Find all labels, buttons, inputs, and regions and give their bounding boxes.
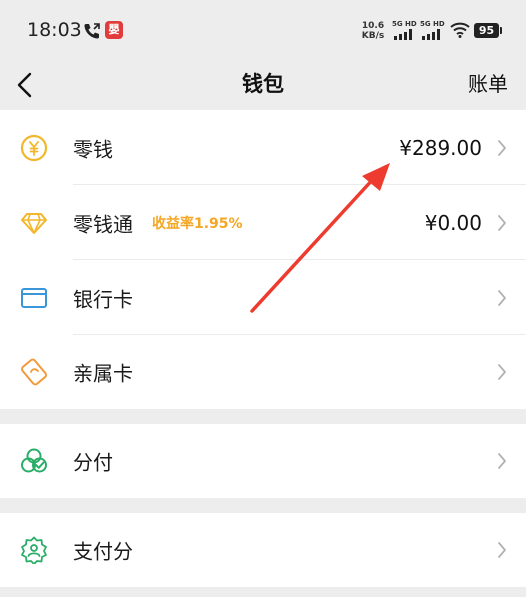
fenfu-label: 分付 — [73, 450, 113, 475]
phone-call-icon — [84, 23, 100, 39]
wifi-icon — [450, 22, 470, 38]
pay-score-badge-icon — [21, 536, 47, 564]
battery-icon: 95 — [474, 23, 502, 38]
licaitong-row[interactable]: 零钱通 收益率1.95% ¥0.00 — [0, 185, 526, 260]
chevron-right-icon — [498, 289, 506, 306]
pay-score-label: 支付分 — [73, 539, 133, 564]
licaitong-yield-rate: 收益率1.95% — [152, 215, 243, 232]
chevron-right-icon — [498, 214, 506, 231]
family-card-row[interactable]: 亲属卡 — [0, 335, 526, 409]
change-label: 零钱 — [73, 137, 113, 161]
licaitong-balance: ¥0.00 — [424, 210, 482, 235]
status-time: 18:03 — [27, 19, 82, 41]
yuan-coin-icon — [20, 134, 48, 161]
chevron-right-icon — [498, 453, 506, 469]
signal-2-icon: 5G HD — [420, 20, 446, 42]
bank-card-label: 银行卡 — [73, 287, 133, 311]
chevron-right-icon — [498, 542, 506, 558]
signal-1-icon: 5G HD — [392, 20, 418, 42]
bank-card-icon — [21, 287, 47, 308]
fenfu-row[interactable]: 分付 — [0, 424, 526, 498]
nav-bar: 钱包 账单 — [0, 62, 526, 110]
licaitong-label: 零钱通 — [73, 212, 133, 236]
status-bar: 18:03 嬰 10.6 KB/s 5G HD 5G HD 95 — [0, 0, 526, 62]
chevron-right-icon — [498, 139, 506, 156]
app-notification-icon: 嬰 — [105, 21, 123, 39]
change-balance: ¥289.00 — [399, 135, 482, 160]
pay-score-row[interactable]: 支付分 — [0, 513, 526, 587]
wallet-group-main: 零钱 ¥289.00 零钱通 收益率1.95% ¥0.00 银行卡 亲属卡 — [0, 110, 526, 409]
bank-card-row[interactable]: 银行卡 — [0, 260, 526, 335]
fenfu-group: 分付 — [0, 424, 526, 498]
pay-score-group: 支付分 — [0, 513, 526, 587]
change-row[interactable]: 零钱 ¥289.00 — [0, 110, 526, 185]
family-card-icon — [21, 358, 47, 386]
chevron-right-icon — [498, 364, 506, 380]
page-title: 钱包 — [242, 72, 284, 96]
family-card-label: 亲属卡 — [73, 361, 133, 386]
fenfu-icon — [21, 448, 47, 473]
diamond-icon — [21, 212, 47, 234]
bill-button[interactable]: 账单 — [468, 68, 508, 97]
network-speed: 10.6 KB/s — [361, 21, 385, 41]
